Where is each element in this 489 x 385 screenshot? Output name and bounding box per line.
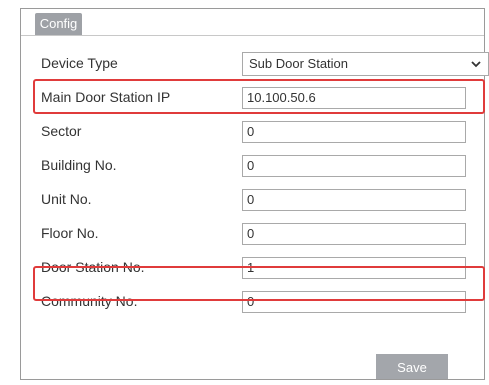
community-no-input[interactable]: 0 [242,291,466,313]
tab-strip: Config [21,9,484,36]
door-station-no-input[interactable]: 1 [242,257,466,279]
chevron-down-icon [471,61,481,68]
main-door-station-ip-input[interactable]: 10.100.50.6 [242,87,466,109]
device-type-value: Sub Door Station [249,56,349,71]
device-type-row: Device Type Sub Door Station [33,48,489,82]
save-button[interactable]: Save [376,354,448,379]
unit-no-input[interactable]: 0 [242,189,466,211]
tab-config[interactable]: Config [35,13,82,35]
unit-no-row: Unit No. 0 [33,184,478,218]
floor-no-label: Floor No. [41,225,99,241]
device-type-label: Device Type [41,55,118,71]
floor-no-input[interactable]: 0 [242,223,466,245]
community-no-row: Community No. 0 [33,286,478,320]
device-type-select[interactable]: Sub Door Station [242,52,489,76]
building-no-row: Building No. 0 [33,150,478,184]
sector-input[interactable]: 0 [242,121,466,143]
building-no-input[interactable]: 0 [242,155,466,177]
sector-row: Sector 0 [33,116,478,150]
config-panel: Config Device Type Sub Door Station Main… [20,8,489,380]
door-station-no-row: Door Station No. 1 [33,252,478,286]
unit-no-label: Unit No. [41,191,92,207]
building-no-label: Building No. [41,157,117,173]
floor-no-row: Floor No. 0 [33,218,478,252]
sector-label: Sector [41,123,82,139]
community-no-label: Community No. [41,293,138,309]
door-station-no-label: Door Station No. [41,259,145,275]
main-door-station-ip-row: Main Door Station IP 10.100.50.6 [33,82,478,116]
main-door-station-ip-label: Main Door Station IP [41,89,171,105]
